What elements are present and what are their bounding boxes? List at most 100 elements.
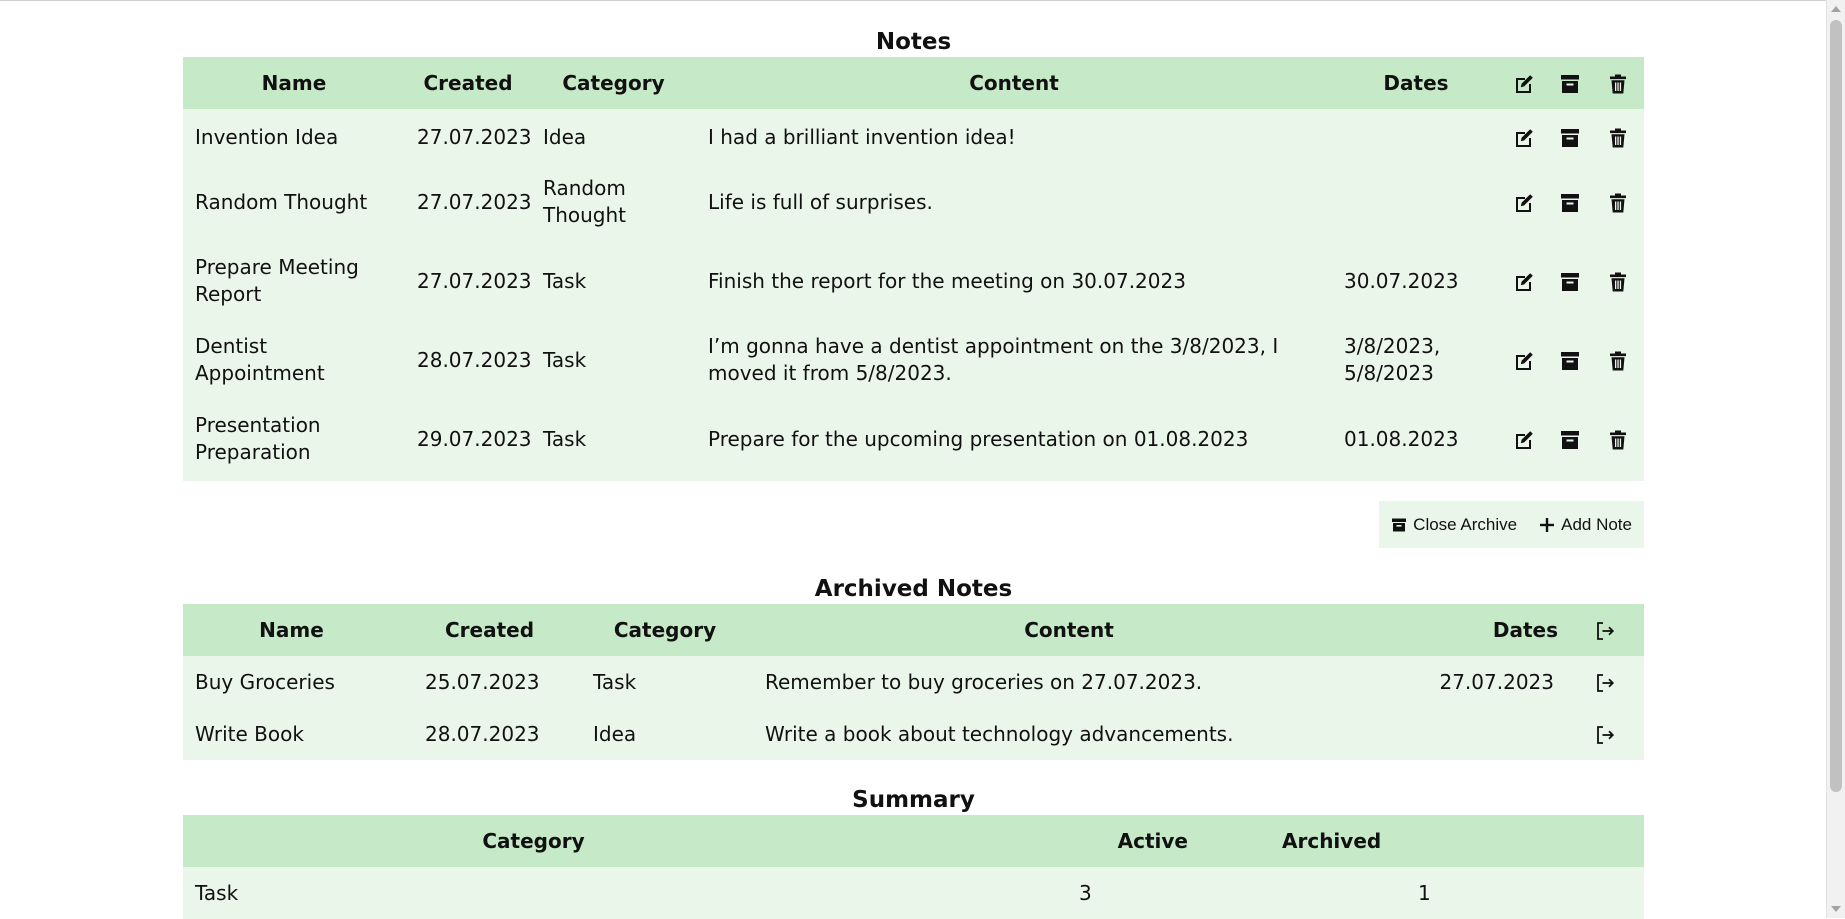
notes-section: Notes Name Created Category Content Date… [183, 27, 1644, 481]
note-category: Idea [543, 124, 587, 149]
col-header-created: Created [444, 618, 535, 642]
col-header-category: Category [562, 71, 665, 95]
archive-cell [1548, 323, 1592, 397]
edit-cell [1500, 109, 1548, 165]
summary-archived: 1 [1418, 880, 1431, 905]
archive-icon[interactable] [1559, 192, 1581, 214]
archived-header-row: Name Created Category Content Dates [183, 604, 1644, 656]
delete-cell [1592, 109, 1644, 165]
edit-icon[interactable] [1513, 192, 1535, 214]
col-header-category: Category [482, 829, 585, 853]
table-row: Invention Idea 27.07.2023 Idea I had a b… [183, 109, 1644, 165]
archive-cell [1548, 397, 1592, 481]
archived-dates: 27.07.2023 [1439, 669, 1554, 694]
archive-icon [1391, 517, 1407, 533]
edit-icon[interactable] [1513, 127, 1535, 149]
summary-category: Task [195, 880, 239, 905]
table-row: Buy Groceries 25.07.2023 Task Remember t… [183, 656, 1644, 708]
archived-title: Archived Notes [814, 576, 1013, 602]
edit-cell [1500, 239, 1548, 323]
note-dates: 3/8/2023, 5/8/2023 [1344, 334, 1441, 385]
delete-all-icon[interactable] [1607, 73, 1629, 95]
table-row: Presentation Preparation 29.07.2023 Task… [183, 397, 1644, 481]
edit-icon[interactable] [1513, 429, 1535, 451]
note-category: Random Thought [543, 176, 627, 227]
scrollbar-thumb[interactable] [1830, 20, 1842, 792]
note-dates: 30.07.2023 [1344, 268, 1459, 293]
unarchive-cell [1566, 708, 1644, 760]
delete-cell [1592, 323, 1644, 397]
edit-cell [1500, 323, 1548, 397]
delete-cell [1592, 165, 1644, 239]
note-dates [1332, 165, 1500, 239]
note-content: Life is full of surprises. [708, 189, 933, 214]
archived-section: Archived Notes Name Created Category Con… [183, 574, 1644, 760]
notes-header-row: Name Created Category Content Dates [183, 57, 1644, 109]
edit-cell [1500, 165, 1548, 239]
note-dates: 01.08.2023 [1344, 426, 1459, 451]
scroll-down-arrow-icon[interactable] [1831, 906, 1841, 912]
delete-cell [1592, 397, 1644, 481]
add-note-label: Add Note [1561, 514, 1632, 534]
header-unarchive-cell [1566, 604, 1644, 656]
note-created: 27.07.2023 [417, 124, 532, 149]
note-name: Prepare Meeting Report [195, 255, 359, 306]
scroll-up-arrow-icon[interactable] [1831, 6, 1841, 12]
unarchive-cell [1566, 656, 1644, 708]
note-content: I had a brilliant invention idea! [708, 124, 1016, 149]
trash-icon[interactable] [1607, 271, 1629, 293]
notes-toolbar: Close Archive Add Note [1379, 501, 1644, 548]
unarchive-icon[interactable] [1594, 672, 1616, 694]
archived-category: Task [593, 669, 637, 694]
header-delete-cell [1592, 57, 1644, 109]
archived-dates [1387, 708, 1566, 760]
archived-category: Idea [593, 721, 637, 746]
table-row: Prepare Meeting Report 27.07.2023 Task F… [183, 239, 1644, 323]
note-created: 27.07.2023 [417, 268, 532, 293]
add-note-button[interactable]: Add Note [1539, 515, 1632, 535]
trash-icon[interactable] [1607, 429, 1629, 451]
summary-header-row: Category Active Archived [183, 815, 1644, 867]
note-created: 27.07.2023 [417, 189, 532, 214]
note-category: Task [543, 347, 587, 372]
archive-icon[interactable] [1559, 350, 1581, 372]
trash-icon[interactable] [1607, 192, 1629, 214]
note-content: I’m gonna have a dentist appointment on … [708, 334, 1279, 385]
archived-content: Write a book about technology advancemen… [765, 721, 1234, 746]
edit-cell [1500, 397, 1548, 481]
table-row: Random Thought 27.07.2023 Random Thought… [183, 165, 1644, 239]
plus-icon [1539, 517, 1555, 533]
archive-icon[interactable] [1559, 271, 1581, 293]
scrollbar[interactable] [1826, 0, 1845, 918]
note-created: 28.07.2023 [417, 347, 532, 372]
summary-active: 3 [1079, 880, 1092, 905]
unarchive-icon[interactable] [1594, 724, 1616, 746]
note-name: Presentation Preparation [195, 413, 321, 464]
col-header-category: Category [613, 618, 717, 642]
archive-all-icon[interactable] [1559, 73, 1581, 95]
note-content: Prepare for the upcoming presentation on… [708, 426, 1249, 451]
unarchive-all-icon[interactable] [1594, 620, 1616, 642]
col-header-archived: Archived [1282, 829, 1382, 853]
archive-cell [1548, 165, 1592, 239]
archived-created: 28.07.2023 [425, 721, 540, 746]
col-header-created: Created [423, 71, 513, 95]
close-archive-button[interactable]: Close Archive [1391, 515, 1517, 535]
col-header-dates: Dates [1383, 71, 1449, 95]
trash-icon[interactable] [1607, 127, 1629, 149]
edit-icon[interactable] [1513, 350, 1535, 372]
archive-icon[interactable] [1559, 429, 1581, 451]
note-name: Invention Idea [195, 124, 339, 149]
note-content: Finish the report for the meeting on 30.… [708, 268, 1186, 293]
archive-icon[interactable] [1559, 127, 1581, 149]
trash-icon[interactable] [1607, 350, 1629, 372]
note-name: Random Thought [195, 189, 368, 214]
edit-all-icon[interactable] [1513, 73, 1535, 95]
note-created: 29.07.2023 [417, 426, 532, 451]
archive-cell [1548, 109, 1592, 165]
note-category: Task [543, 268, 587, 293]
delete-cell [1592, 239, 1644, 323]
col-header-active: Active [1117, 829, 1188, 853]
close-archive-label: Close Archive [1413, 514, 1518, 534]
edit-icon[interactable] [1513, 271, 1535, 293]
